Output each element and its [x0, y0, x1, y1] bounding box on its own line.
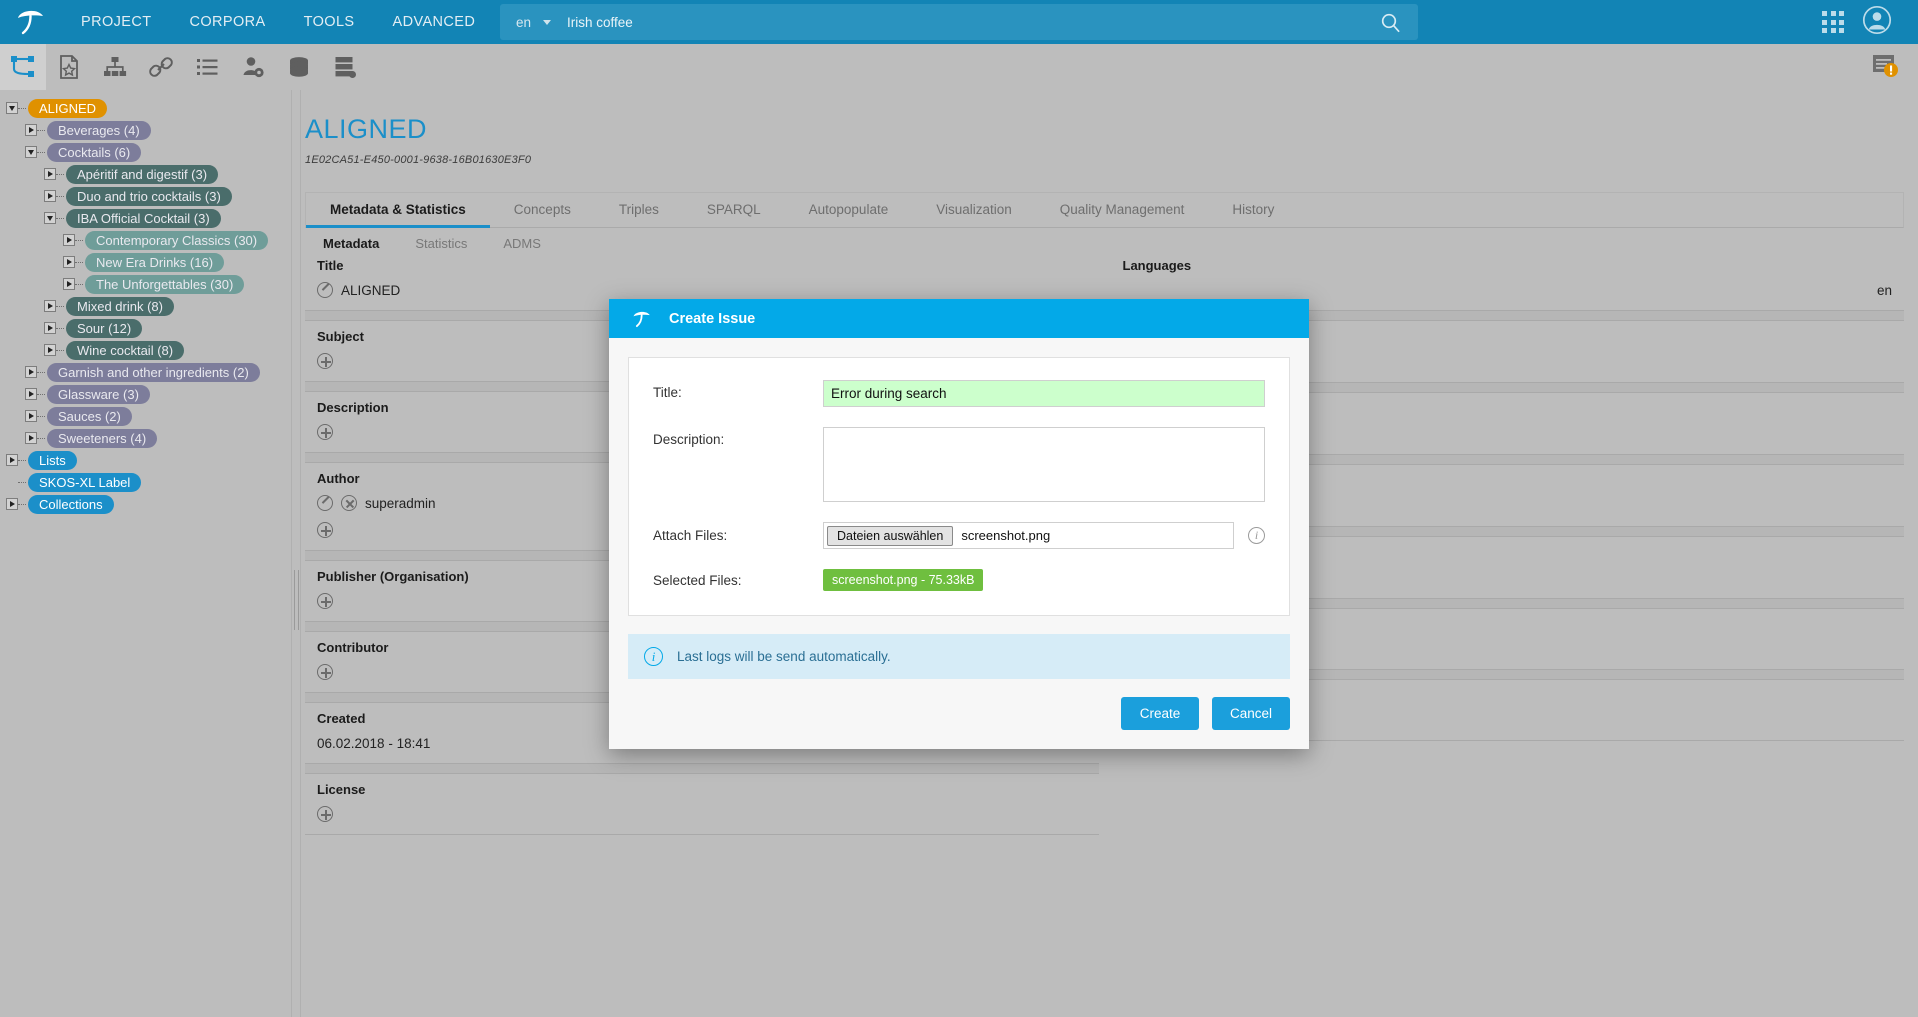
- info-icon: i: [644, 647, 663, 666]
- chosen-file-name: screenshot.png: [961, 528, 1051, 543]
- dialog-footer: Create Cancel: [609, 679, 1309, 749]
- attach-files-label: Attach Files:: [653, 528, 728, 543]
- choose-files-button[interactable]: Dateien auswählen: [827, 525, 954, 546]
- info-icon[interactable]: i: [1248, 527, 1265, 544]
- create-issue-dialog: Create Issue Title: Description: Attach …: [609, 299, 1309, 749]
- selected-file-badge[interactable]: screenshot.png - 75.33kB: [823, 569, 984, 591]
- description-label: Description:: [653, 432, 725, 447]
- selected-files-label: Selected Files:: [653, 572, 742, 588]
- attach-files-row: Attach Files: Dateien auswählen screensh…: [653, 522, 1265, 549]
- title-label: Title:: [653, 385, 682, 400]
- mushroom-logo-icon: [633, 311, 650, 327]
- dialog-body: Title: Description: Attach Files: Dateie…: [609, 338, 1309, 616]
- file-input[interactable]: Dateien auswählen screenshot.png: [823, 522, 1234, 549]
- issue-title-input[interactable]: [823, 380, 1265, 407]
- info-alert: i Last logs will be send automatically.: [628, 634, 1290, 679]
- dialog-header: Create Issue: [609, 299, 1309, 338]
- cancel-button[interactable]: Cancel: [1212, 697, 1290, 730]
- selected-files-row: Selected Files: screenshot.png - 75.33kB: [653, 569, 1265, 591]
- title-row: Title:: [653, 380, 1265, 407]
- info-alert-text: Last logs will be send automatically.: [677, 649, 891, 664]
- issue-description-input[interactable]: [823, 427, 1265, 502]
- create-button[interactable]: Create: [1121, 697, 1199, 730]
- modal-overlay: Create Issue Title: Description: Attach …: [0, 0, 1918, 1017]
- description-row: Description:: [653, 427, 1265, 502]
- dialog-title: Create Issue: [669, 310, 756, 327]
- issue-form: Title: Description: Attach Files: Dateie…: [628, 357, 1290, 616]
